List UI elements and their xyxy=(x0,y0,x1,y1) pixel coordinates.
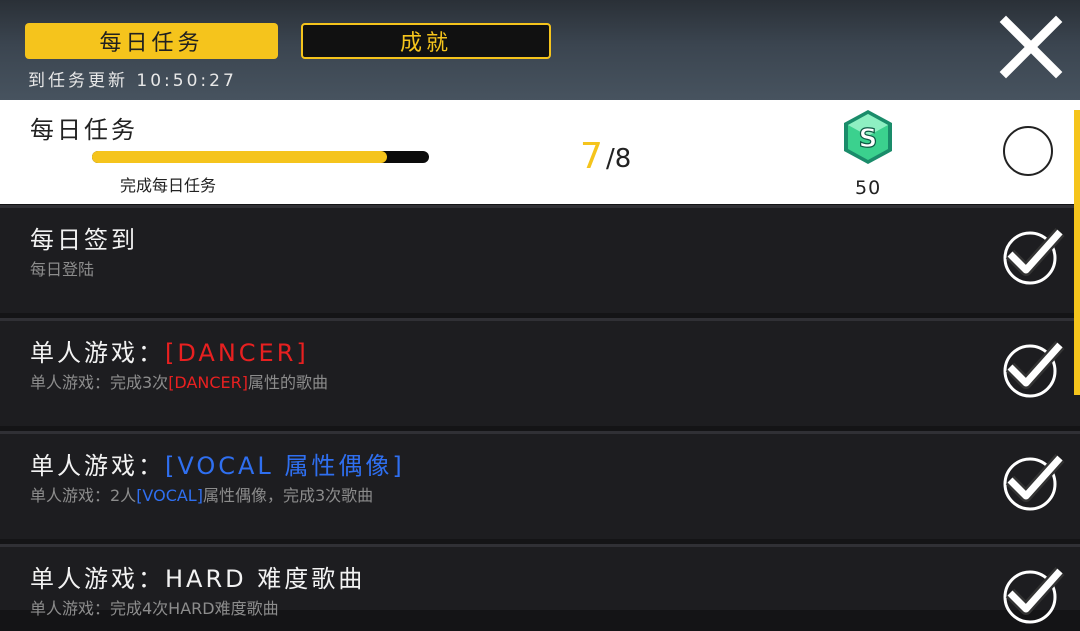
scrollbar[interactable] xyxy=(1074,110,1080,395)
progress-total: /8 xyxy=(606,144,632,174)
claim-button[interactable] xyxy=(1003,126,1053,176)
desc-suffix: 属性偶像，完成3次歌曲 xyxy=(202,486,374,505)
task-title-prefix: 单人游戏： xyxy=(30,339,165,367)
task-title-attribute: [VOCAL 属性偶像] xyxy=(165,452,405,480)
task-row: 单人游戏：[DANCER] 单人游戏：完成3次[DANCER]属性的歌曲 xyxy=(0,318,1080,426)
tab-achievements[interactable]: 成就 xyxy=(301,23,551,59)
task-row: 单人游戏：HARD 难度歌曲 单人游戏：完成4次HARD难度歌曲 xyxy=(0,544,1080,624)
desc-prefix: 单人游戏：2人 xyxy=(30,486,137,505)
close-icon xyxy=(999,15,1063,79)
progress-label: 完成每日任务 xyxy=(120,176,217,195)
task-title: 单人游戏：HARD 难度歌曲 xyxy=(30,565,366,593)
desc-attribute: [DANCER] xyxy=(168,373,249,392)
header-bar: 每日任务 成就 到任务更新 10:50:27 xyxy=(0,0,1080,100)
close-button[interactable] xyxy=(996,12,1066,82)
svg-text:S: S xyxy=(859,124,878,154)
task-title: 每日签到 xyxy=(30,226,138,254)
task-row: 单人游戏：[VOCAL 属性偶像] 单人游戏：2人[VOCAL]属性偶像，完成3… xyxy=(0,431,1080,539)
progress-bar xyxy=(92,151,429,163)
summary-title: 每日任务 xyxy=(30,116,138,144)
progress-current: 7 xyxy=(580,136,603,177)
task-title-prefix: 单人游戏： xyxy=(30,452,165,480)
task-description: 单人游戏：2人[VOCAL]属性偶像，完成3次歌曲 xyxy=(30,482,373,506)
tab-daily-tasks[interactable]: 每日任务 xyxy=(25,23,278,59)
task-description: 单人游戏：完成3次[DANCER]属性的歌曲 xyxy=(30,369,328,393)
task-description: 单人游戏：完成4次HARD难度歌曲 xyxy=(30,599,279,618)
completed-check-icon xyxy=(1000,335,1066,401)
task-row: 每日签到 每日登陆 xyxy=(0,205,1080,313)
reward-amount: 50 xyxy=(855,177,882,199)
refresh-timer: 到任务更新 10:50:27 xyxy=(28,71,237,91)
completed-check-icon xyxy=(1000,222,1066,288)
s-gem-icon: S xyxy=(839,108,897,166)
task-title: 单人游戏：[VOCAL 属性偶像] xyxy=(30,446,405,481)
task-title-attribute: [DANCER] xyxy=(165,339,309,367)
task-title: 单人游戏：[DANCER] xyxy=(30,333,309,368)
desc-prefix: 单人游戏：完成3次 xyxy=(30,373,169,392)
completed-check-icon xyxy=(1000,561,1066,627)
progress-bar-fill xyxy=(92,151,387,163)
desc-attribute: [VOCAL] xyxy=(136,486,203,505)
desc-suffix: 属性的歌曲 xyxy=(248,373,329,392)
completed-check-icon xyxy=(1000,448,1066,514)
task-description: 每日登陆 xyxy=(30,260,95,279)
